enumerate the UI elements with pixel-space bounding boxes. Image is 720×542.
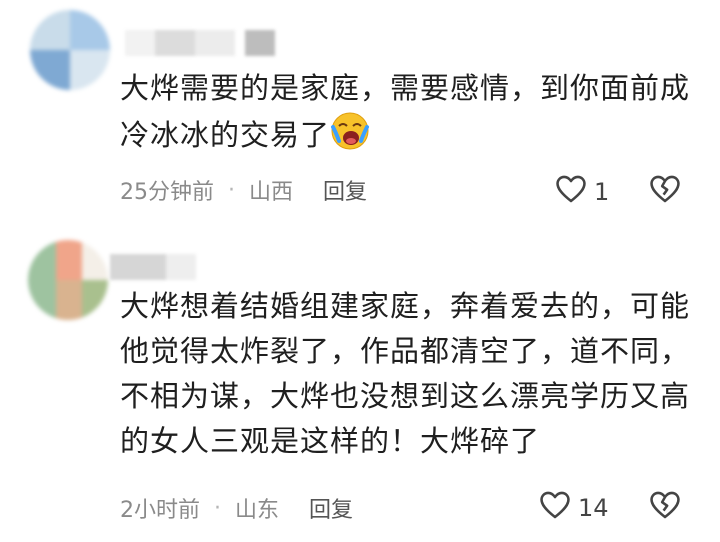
- heart-icon[interactable]: [554, 172, 588, 212]
- like-button[interactable]: 1: [554, 172, 609, 212]
- comment-time: 25分钟前: [120, 180, 214, 205]
- like-count: 1: [594, 178, 610, 206]
- username[interactable]: [110, 254, 230, 280]
- like-button[interactable]: 14: [538, 488, 609, 528]
- username[interactable]: [125, 30, 285, 56]
- comment-location: 山东: [235, 498, 280, 523]
- heart-icon[interactable]: [538, 488, 572, 528]
- dislike-button[interactable]: [648, 172, 682, 210]
- separator: ·: [228, 177, 235, 203]
- comment-meta: 2小时前 · 山东 回复: [120, 492, 353, 524]
- broken-heart-icon[interactable]: [648, 491, 682, 526]
- reply-button[interactable]: 回复: [309, 492, 353, 524]
- comment-text-line: 冷冰冰的交易了: [120, 118, 331, 152]
- like-count: 14: [578, 494, 609, 522]
- comment-text-line: 的女人三观是这样的！大烨碎了: [120, 424, 541, 458]
- reply-button[interactable]: 回复: [323, 174, 367, 206]
- comment-text: 大烨需要的是家庭，需要感情，到你面前成 冷冰冰的交易了: [120, 66, 700, 158]
- comment-text-line: 大烨想着结婚组建家庭，奔着爱去的，可能: [120, 289, 691, 323]
- avatar[interactable]: [30, 10, 110, 90]
- dislike-button[interactable]: [648, 488, 682, 526]
- comment-meta: 25分钟前 · 山西 回复: [120, 174, 367, 206]
- comment-item: 大烨需要的是家庭，需要感情，到你面前成 冷冰冰的交易了 25分钟前 · 山西 回复…: [0, 0, 720, 230]
- avatar[interactable]: [28, 240, 108, 320]
- broken-heart-icon[interactable]: [648, 175, 682, 210]
- separator: ·: [214, 495, 221, 521]
- comment-location: 山西: [249, 180, 294, 205]
- comment-text: 大烨想着结婚组建家庭，奔着爱去的，可能 他觉得太炸裂了，作品都清空了，道不同， 不相…: [120, 284, 700, 464]
- comment-text-line: 他觉得太炸裂了，作品都清空了，道不同，: [120, 334, 691, 368]
- comment-item: 大烨想着结婚组建家庭，奔着爱去的，可能 他觉得太炸裂了，作品都清空了，道不同， 不相…: [0, 230, 720, 542]
- comment-text-line: 大烨需要的是家庭，需要感情，到你面前成: [120, 71, 691, 105]
- comment-text-line: 不相为谋，大烨也没想到这么漂亮学历又高: [120, 379, 691, 413]
- crying-face-icon: [330, 111, 370, 151]
- comment-time: 2小时前: [120, 498, 200, 523]
